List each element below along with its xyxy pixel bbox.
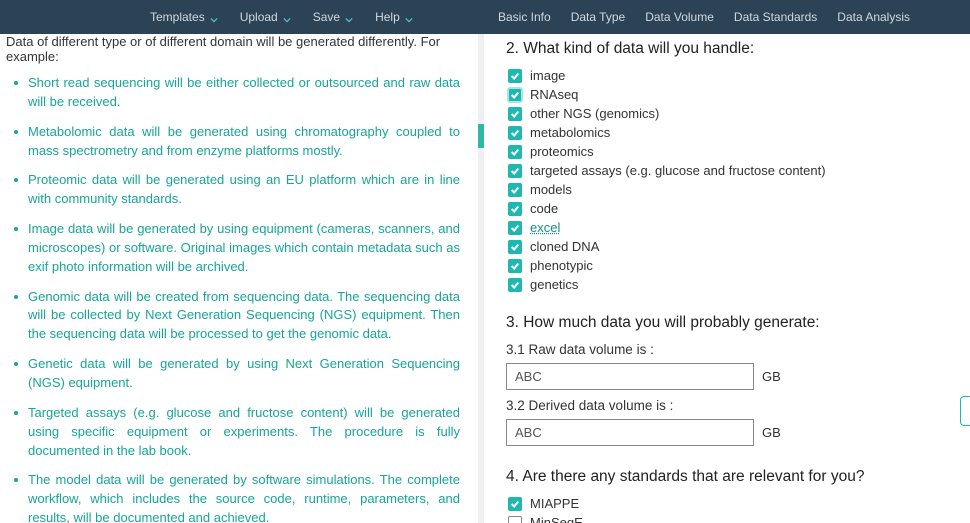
divider-accent (478, 124, 484, 148)
check-row: models (508, 182, 930, 197)
check-row: phenotypic (508, 258, 930, 273)
check-row: metabolomics (508, 125, 930, 140)
bullet-item: Image data will be generated by using eq… (6, 220, 460, 277)
check-label: MinSeqE (530, 515, 583, 523)
checkbox[interactable] (508, 202, 522, 216)
checkbox[interactable] (508, 221, 522, 235)
check-row: MIAPPE (508, 496, 930, 511)
check-label: image (530, 68, 565, 83)
bullet-item: Short read sequencing will be either col… (6, 74, 460, 112)
chevron-down-icon (405, 13, 413, 21)
check-label: cloned DNA (530, 239, 599, 254)
checkbox[interactable] (508, 240, 522, 254)
check-label: RNAseq (530, 87, 578, 102)
nav-data-volume[interactable]: Data Volume (645, 10, 714, 24)
nav-basic-info[interactable]: Basic Info (498, 10, 551, 24)
check-label: targeted assays (e.g. glucose and fructo… (530, 163, 826, 178)
checkbox[interactable] (508, 164, 522, 178)
checkbox[interactable] (508, 88, 522, 102)
unit-label: GB (762, 425, 781, 440)
bullet-item: The model data will be generated by soft… (6, 471, 460, 523)
derived-volume-input[interactable] (506, 419, 754, 446)
chevron-down-icon (210, 13, 218, 21)
q4-heading: 4. Are there any standards that are rele… (506, 468, 930, 486)
intro-text: Data of different type or of different d… (6, 34, 460, 64)
pane-divider[interactable] (478, 34, 484, 523)
q2-heading: 2. What kind of data will you handle: (506, 40, 930, 58)
checkbox[interactable] (508, 145, 522, 159)
info-panel: Data of different type or of different d… (0, 34, 478, 523)
check-row: RNAseq (508, 87, 930, 102)
check-row: excel (508, 220, 930, 235)
unit-label: GB (762, 369, 781, 384)
check-row: other NGS (genomics) (508, 106, 930, 121)
checkbox[interactable] (508, 107, 522, 121)
check-label: MIAPPE (530, 496, 579, 511)
checkbox[interactable] (508, 497, 522, 511)
check-label: other NGS (genomics) (530, 106, 659, 121)
bullet-item: Targeted assays (e.g. glucose and fructo… (6, 404, 460, 461)
chevron-down-icon (283, 13, 291, 21)
bullet-item: Metabolomic data will be generated using… (6, 123, 460, 161)
check-label: models (530, 182, 572, 197)
menu-templates[interactable]: Templates (150, 10, 218, 24)
q4-checklist: MIAPPE MinSeqE (508, 496, 930, 523)
check-row: code (508, 201, 930, 216)
check-label: genetics (530, 277, 578, 292)
menu-upload[interactable]: Upload (240, 10, 291, 24)
check-row: targeted assays (e.g. glucose and fructo… (508, 163, 930, 178)
check-label: metabolomics (530, 125, 610, 140)
bullet-item: Proteomic data will be generated using a… (6, 171, 460, 209)
menu-help[interactable]: Help (375, 10, 413, 24)
bullet-item: Genomic data will be created from sequen… (6, 288, 460, 345)
check-row: MinSeqE (508, 515, 930, 523)
checkbox[interactable] (508, 516, 522, 523)
check-row: image (508, 68, 930, 83)
check-label: proteomics (530, 144, 594, 159)
bullet-item: Genetic data will be generated by using … (6, 355, 460, 393)
check-row: genetics (508, 277, 930, 292)
check-label: phenotypic (530, 258, 593, 273)
checkbox[interactable] (508, 69, 522, 83)
nav-data-type[interactable]: Data Type (571, 10, 625, 24)
topbar-left-menu: Templates Upload Save Help (150, 10, 413, 24)
check-label: code (530, 201, 558, 216)
form-panel: 2. What kind of data will you handle: im… (484, 34, 970, 523)
nav-data-analysis[interactable]: Data Analysis (837, 10, 910, 24)
nav-data-standards[interactable]: Data Standards (734, 10, 817, 24)
menu-save[interactable]: Save (313, 10, 353, 24)
topbar-right-nav: Basic Info Data Type Data Volume Data St… (498, 10, 910, 24)
check-row: cloned DNA (508, 239, 930, 254)
side-tab-widget[interactable] (960, 396, 970, 426)
q3-sub2: 3.2 Derived data volume is : (506, 398, 930, 413)
q3-sub1: 3.1 Raw data volume is : (506, 342, 930, 357)
check-row: proteomics (508, 144, 930, 159)
checkbox[interactable] (508, 126, 522, 140)
q3-heading: 3. How much data you will probably gener… (506, 314, 930, 332)
check-label[interactable]: excel (530, 220, 560, 235)
checkbox[interactable] (508, 259, 522, 273)
q2-checklist: image RNAseq other NGS (genomics) metabolom… (508, 68, 930, 292)
checkbox[interactable] (508, 278, 522, 292)
checkbox[interactable] (508, 183, 522, 197)
raw-volume-input[interactable] (506, 363, 754, 390)
chevron-down-icon (345, 13, 353, 21)
info-bullets: Short read sequencing will be either col… (6, 74, 460, 523)
top-navbar: Templates Upload Save Help Basic Info Da… (0, 0, 970, 34)
